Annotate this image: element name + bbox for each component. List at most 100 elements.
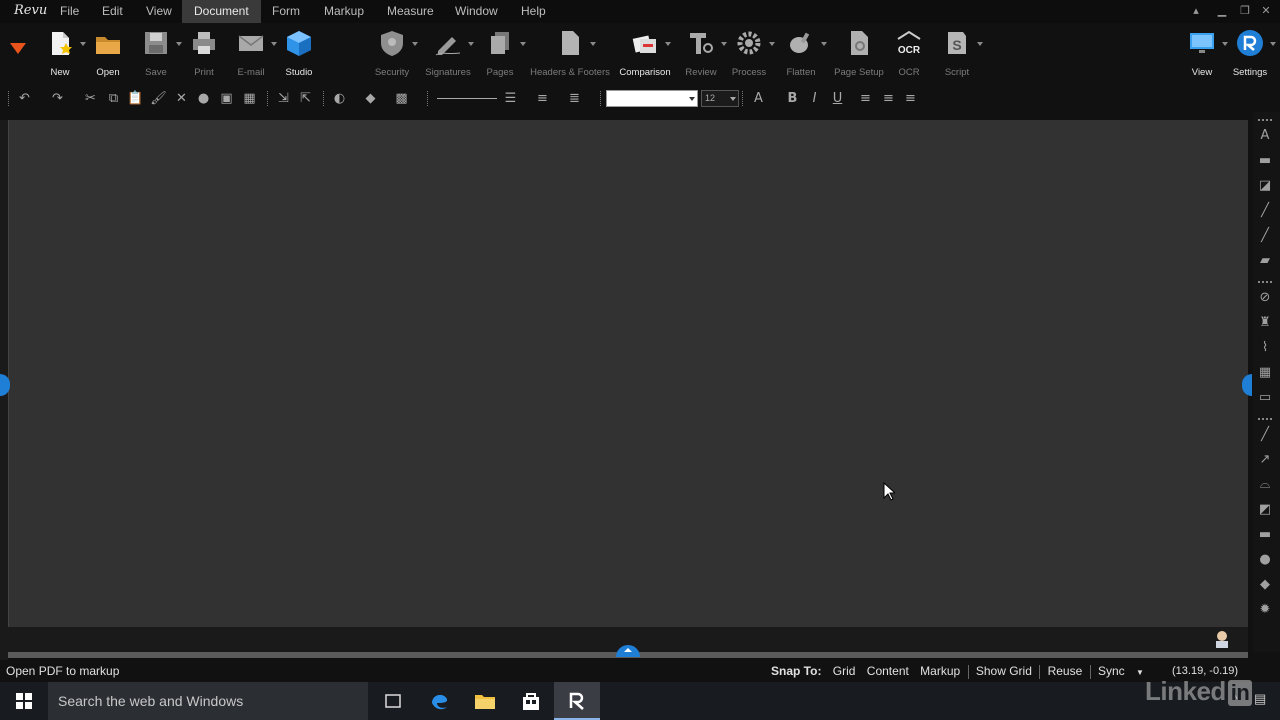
studio-cube-icon: [287, 31, 311, 56]
flatten-small-icon[interactable]: ●: [195, 90, 212, 107]
menu-help[interactable]: Help: [509, 0, 558, 23]
document-canvas[interactable]: [8, 120, 1248, 627]
task-view-button[interactable]: [370, 682, 416, 720]
edge-browser-button[interactable]: [416, 682, 462, 720]
ribbon: New Open Save Print E-mail Studio Securi…: [0, 23, 1280, 85]
menu-form[interactable]: Form: [260, 0, 312, 23]
format-painter-icon[interactable]: 🖌: [150, 90, 167, 107]
no-tool-icon[interactable]: ⊘: [1257, 290, 1273, 306]
shapes-icon[interactable]: ◩: [1257, 502, 1273, 518]
studio-button[interactable]: Studio: [269, 29, 329, 83]
image-icon[interactable]: ▦: [1257, 365, 1273, 381]
underline-icon[interactable]: U: [829, 90, 846, 107]
snap-grid-toggle[interactable]: Grid: [829, 660, 860, 682]
undo-icon[interactable]: ↶: [16, 90, 33, 107]
italic-icon[interactable]: I: [806, 90, 823, 107]
envelope-icon: [238, 35, 264, 51]
menu-markup[interactable]: Markup: [312, 0, 376, 23]
arrow-tool-icon[interactable]: ↗: [1257, 452, 1273, 468]
highlighter-icon[interactable]: ╱: [1257, 228, 1273, 244]
paste-icon[interactable]: 📋: [127, 90, 144, 107]
cut-icon[interactable]: ✂: [82, 90, 99, 107]
typewriter-icon[interactable]: ▬: [1257, 153, 1273, 169]
revu-taskbar-button[interactable]: [554, 682, 600, 720]
stamp-icon[interactable]: ♜: [1257, 315, 1273, 331]
headers-footers-button[interactable]: Headers & Footers: [530, 29, 610, 83]
reuse-toggle[interactable]: Reuse: [1044, 660, 1087, 682]
copy-icon[interactable]: ⧉: [105, 90, 122, 107]
snap-to-group: Snap To: Grid Content Markup Show Grid R…: [767, 660, 1148, 682]
text-color-icon[interactable]: A: [750, 90, 767, 107]
line-width-icon[interactable]: ≡: [534, 90, 551, 107]
edge-icon: [431, 694, 448, 710]
fill-color-icon[interactable]: ◐: [331, 90, 348, 107]
windows-taskbar: Search the web and Windows ^ ▤: [0, 682, 1280, 720]
delete-icon[interactable]: ✕: [173, 90, 190, 107]
pages-button[interactable]: Pages: [470, 29, 530, 83]
font-size-select[interactable]: 12: [701, 90, 739, 107]
text-tool-icon[interactable]: A: [1257, 128, 1273, 144]
store-button[interactable]: [508, 682, 554, 720]
callout-icon[interactable]: ◪: [1257, 178, 1273, 194]
file-explorer-button[interactable]: [462, 682, 508, 720]
pages-icon: [491, 32, 509, 54]
list-style-icon[interactable]: ☰: [502, 90, 519, 107]
ocr-icon: OCR: [897, 30, 921, 56]
capture-icon[interactable]: ▣: [218, 90, 235, 107]
shield-icon: [381, 31, 403, 56]
show-grid-toggle[interactable]: Show Grid: [972, 660, 1036, 682]
note-icon[interactable]: ▭: [1257, 390, 1273, 406]
polygon-icon[interactable]: ◆: [1257, 577, 1273, 593]
folder-icon: [475, 695, 495, 709]
dash-style-icon[interactable]: ≣: [566, 90, 583, 107]
settings-button[interactable]: Settings: [1220, 29, 1280, 83]
menu-file[interactable]: File: [48, 0, 91, 23]
notifications-icon[interactable]: ▤: [1254, 691, 1266, 707]
menu-document[interactable]: Document: [182, 0, 261, 23]
minimize-icon[interactable]: ▁: [1215, 4, 1229, 18]
polyline-icon[interactable]: ⌓: [1257, 477, 1273, 493]
quick-menu-icon[interactable]: [10, 43, 26, 55]
attachment-icon[interactable]: ⌇: [1257, 340, 1273, 356]
align-center-icon[interactable]: ≡: [880, 90, 897, 107]
save-icon: [145, 32, 167, 54]
cloud-icon[interactable]: ✹: [1257, 602, 1273, 618]
select-icon[interactable]: ⇱: [297, 90, 314, 107]
app-logo[interactable]: Revu: [14, 3, 47, 18]
status-bar: Open PDF to markup Snap To: Grid Content…: [0, 660, 1280, 682]
mouse-cursor-icon: [883, 482, 895, 501]
line-tool-icon[interactable]: ╱: [1257, 427, 1273, 443]
bold-icon[interactable]: B: [784, 90, 801, 107]
hatch-pattern-icon[interactable]: ▩: [393, 90, 410, 107]
close-icon[interactable]: ✕: [1259, 4, 1273, 18]
line-color-icon[interactable]: ◆: [362, 90, 379, 107]
script-button[interactable]: S Script: [927, 29, 987, 83]
snap-markup-toggle[interactable]: Markup: [916, 660, 964, 682]
maximize-icon[interactable]: ❐: [1238, 4, 1252, 18]
new-document-icon: [52, 32, 72, 55]
menu-measure[interactable]: Measure: [375, 0, 446, 23]
taskbar-search[interactable]: Search the web and Windows: [48, 682, 368, 720]
user-avatar-icon[interactable]: [1214, 630, 1230, 648]
align-left-icon[interactable]: ≡: [857, 90, 874, 107]
rectangle-icon[interactable]: ▬: [1257, 527, 1273, 543]
menu-edit[interactable]: Edit: [90, 0, 135, 23]
sync-dropdown[interactable]: Sync: [1094, 660, 1129, 682]
redo-icon[interactable]: ↷: [49, 90, 66, 107]
line-style-icon[interactable]: [437, 98, 497, 99]
menu-view[interactable]: View: [134, 0, 184, 23]
font-name-select[interactable]: [606, 90, 698, 107]
menu-bar: Revu File Edit View Document Form Markup…: [0, 0, 1280, 23]
ribbon-collapse-icon[interactable]: ▴: [1189, 4, 1203, 18]
text-select-icon[interactable]: ⇲: [275, 90, 292, 107]
text-review-icon: [690, 33, 713, 54]
ellipse-icon[interactable]: ●: [1257, 552, 1273, 568]
pen-icon[interactable]: ╱: [1257, 203, 1273, 219]
eraser-icon[interactable]: ▰: [1257, 253, 1273, 269]
menu-window[interactable]: Window: [443, 0, 510, 23]
align-right-icon[interactable]: ≡: [902, 90, 919, 107]
snap-content-toggle[interactable]: Content: [863, 660, 913, 682]
ocr-badge-text: OCR: [898, 45, 921, 56]
start-button[interactable]: [0, 682, 48, 720]
snapshot-icon[interactable]: ▦: [241, 90, 258, 107]
